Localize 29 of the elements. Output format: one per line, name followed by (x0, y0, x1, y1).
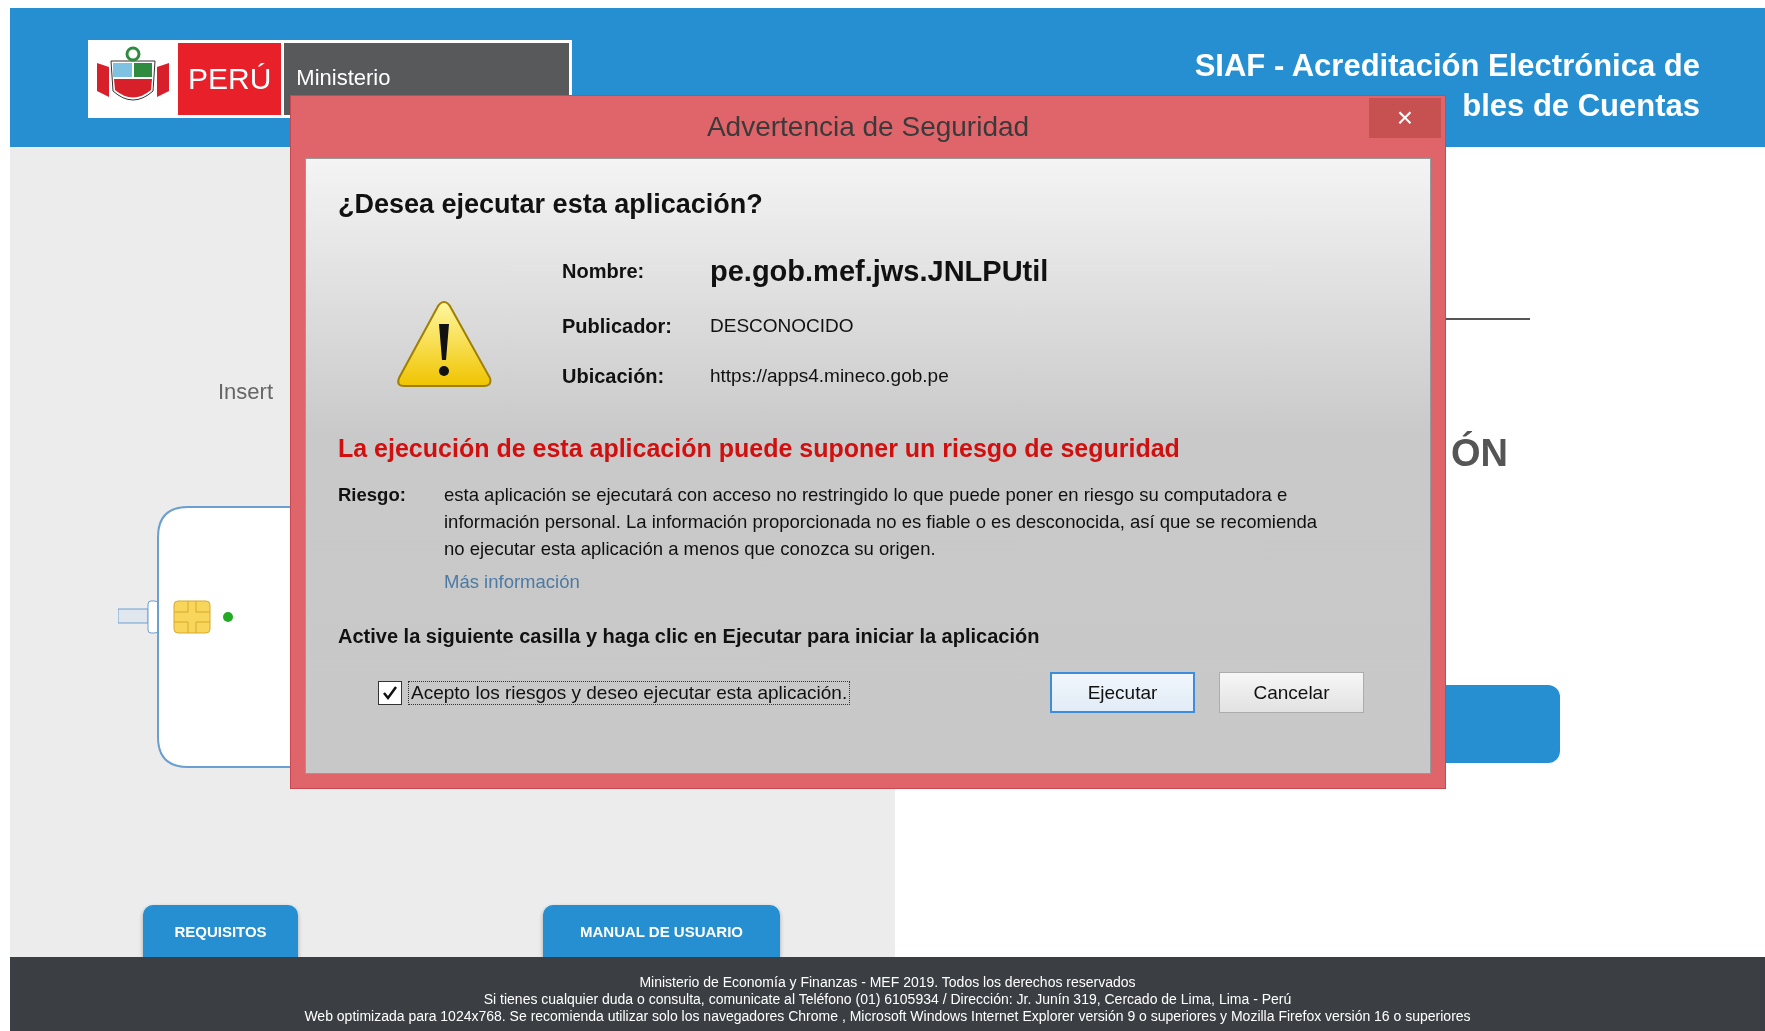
footer-text: Web optimizada para 1024x768. Se recomienda utilizar solo los navegadores Chrome , Microsoft Windows Internet Explorer versión 9 o superiores y Mozilla Firefox versión 16 o superiores (304, 1008, 1471, 1025)
risk-label: Riesgo: (338, 483, 407, 507)
instruction-text: Insert (218, 379, 274, 405)
checkbox-label[interactable]: Acepto los riesgos y deseo ejecutar esta aplicación. (408, 680, 851, 705)
instruction-text: Active la siguiente casilla y haga clic en Ejecutar para iniciar la aplicación (338, 625, 1041, 648)
field-label: Publicador: (562, 314, 673, 338)
field-label: Ubicación: (562, 364, 666, 388)
field-value: DESCONOCIDO (710, 315, 855, 337)
more-info-link[interactable]: Más información (444, 568, 580, 595)
site-title: bles de Cuentas (1462, 87, 1700, 125)
run-button[interactable]: Ejecutar (1050, 672, 1195, 713)
footer-text: Ministerio de Economía y Finanzas - MEF 2019. Todos los derechos reservados (639, 974, 1136, 991)
field-label: Nombre: (562, 259, 646, 283)
cancel-button[interactable]: Cancelar (1219, 672, 1364, 713)
field-value: https://apps4.mineco.gob.pe (710, 365, 950, 387)
risk-description: esta aplicación se ejecutará con acceso no restringido lo que puede poner en riesgo su computadora e información personal. La información proporcionada no es fiable o es desconocida, así que se recomienda no ejecutar esta aplicación a menos que conozca su origen. (444, 483, 1319, 561)
country-label: PERÚ (178, 43, 282, 115)
section-heading: ÓN (1451, 432, 1508, 475)
user-manual-button[interactable]: MANUAL DE USUARIO (543, 905, 780, 957)
close-button[interactable]: × (1369, 98, 1441, 138)
dialog-title: Advertencia de Seguridad (706, 111, 1030, 143)
security-warning-text: La ejecución de esta aplicación puede suponer un riesgo de seguridad (338, 434, 1181, 463)
site-title: SIAF - Acreditación Electrónica de (1194, 47, 1700, 85)
requirements-button[interactable]: REQUISITOS (143, 905, 298, 957)
dialog-question: ¿Desea ejecutar esta aplicación? (338, 189, 764, 220)
footer-text: Si tienes cualquier duda o consulta, comunicate al Teléfono (01) 6105934 / Dirección: Jr. Junín 319, Cercado de Lima, Lima - Perú (483, 991, 1292, 1008)
field-value: pe.gob.mef.jws.JNLPUtil (710, 254, 1049, 288)
accept-checkbox[interactable] (378, 680, 402, 705)
ministry-name: Ministerio (296, 65, 391, 90)
